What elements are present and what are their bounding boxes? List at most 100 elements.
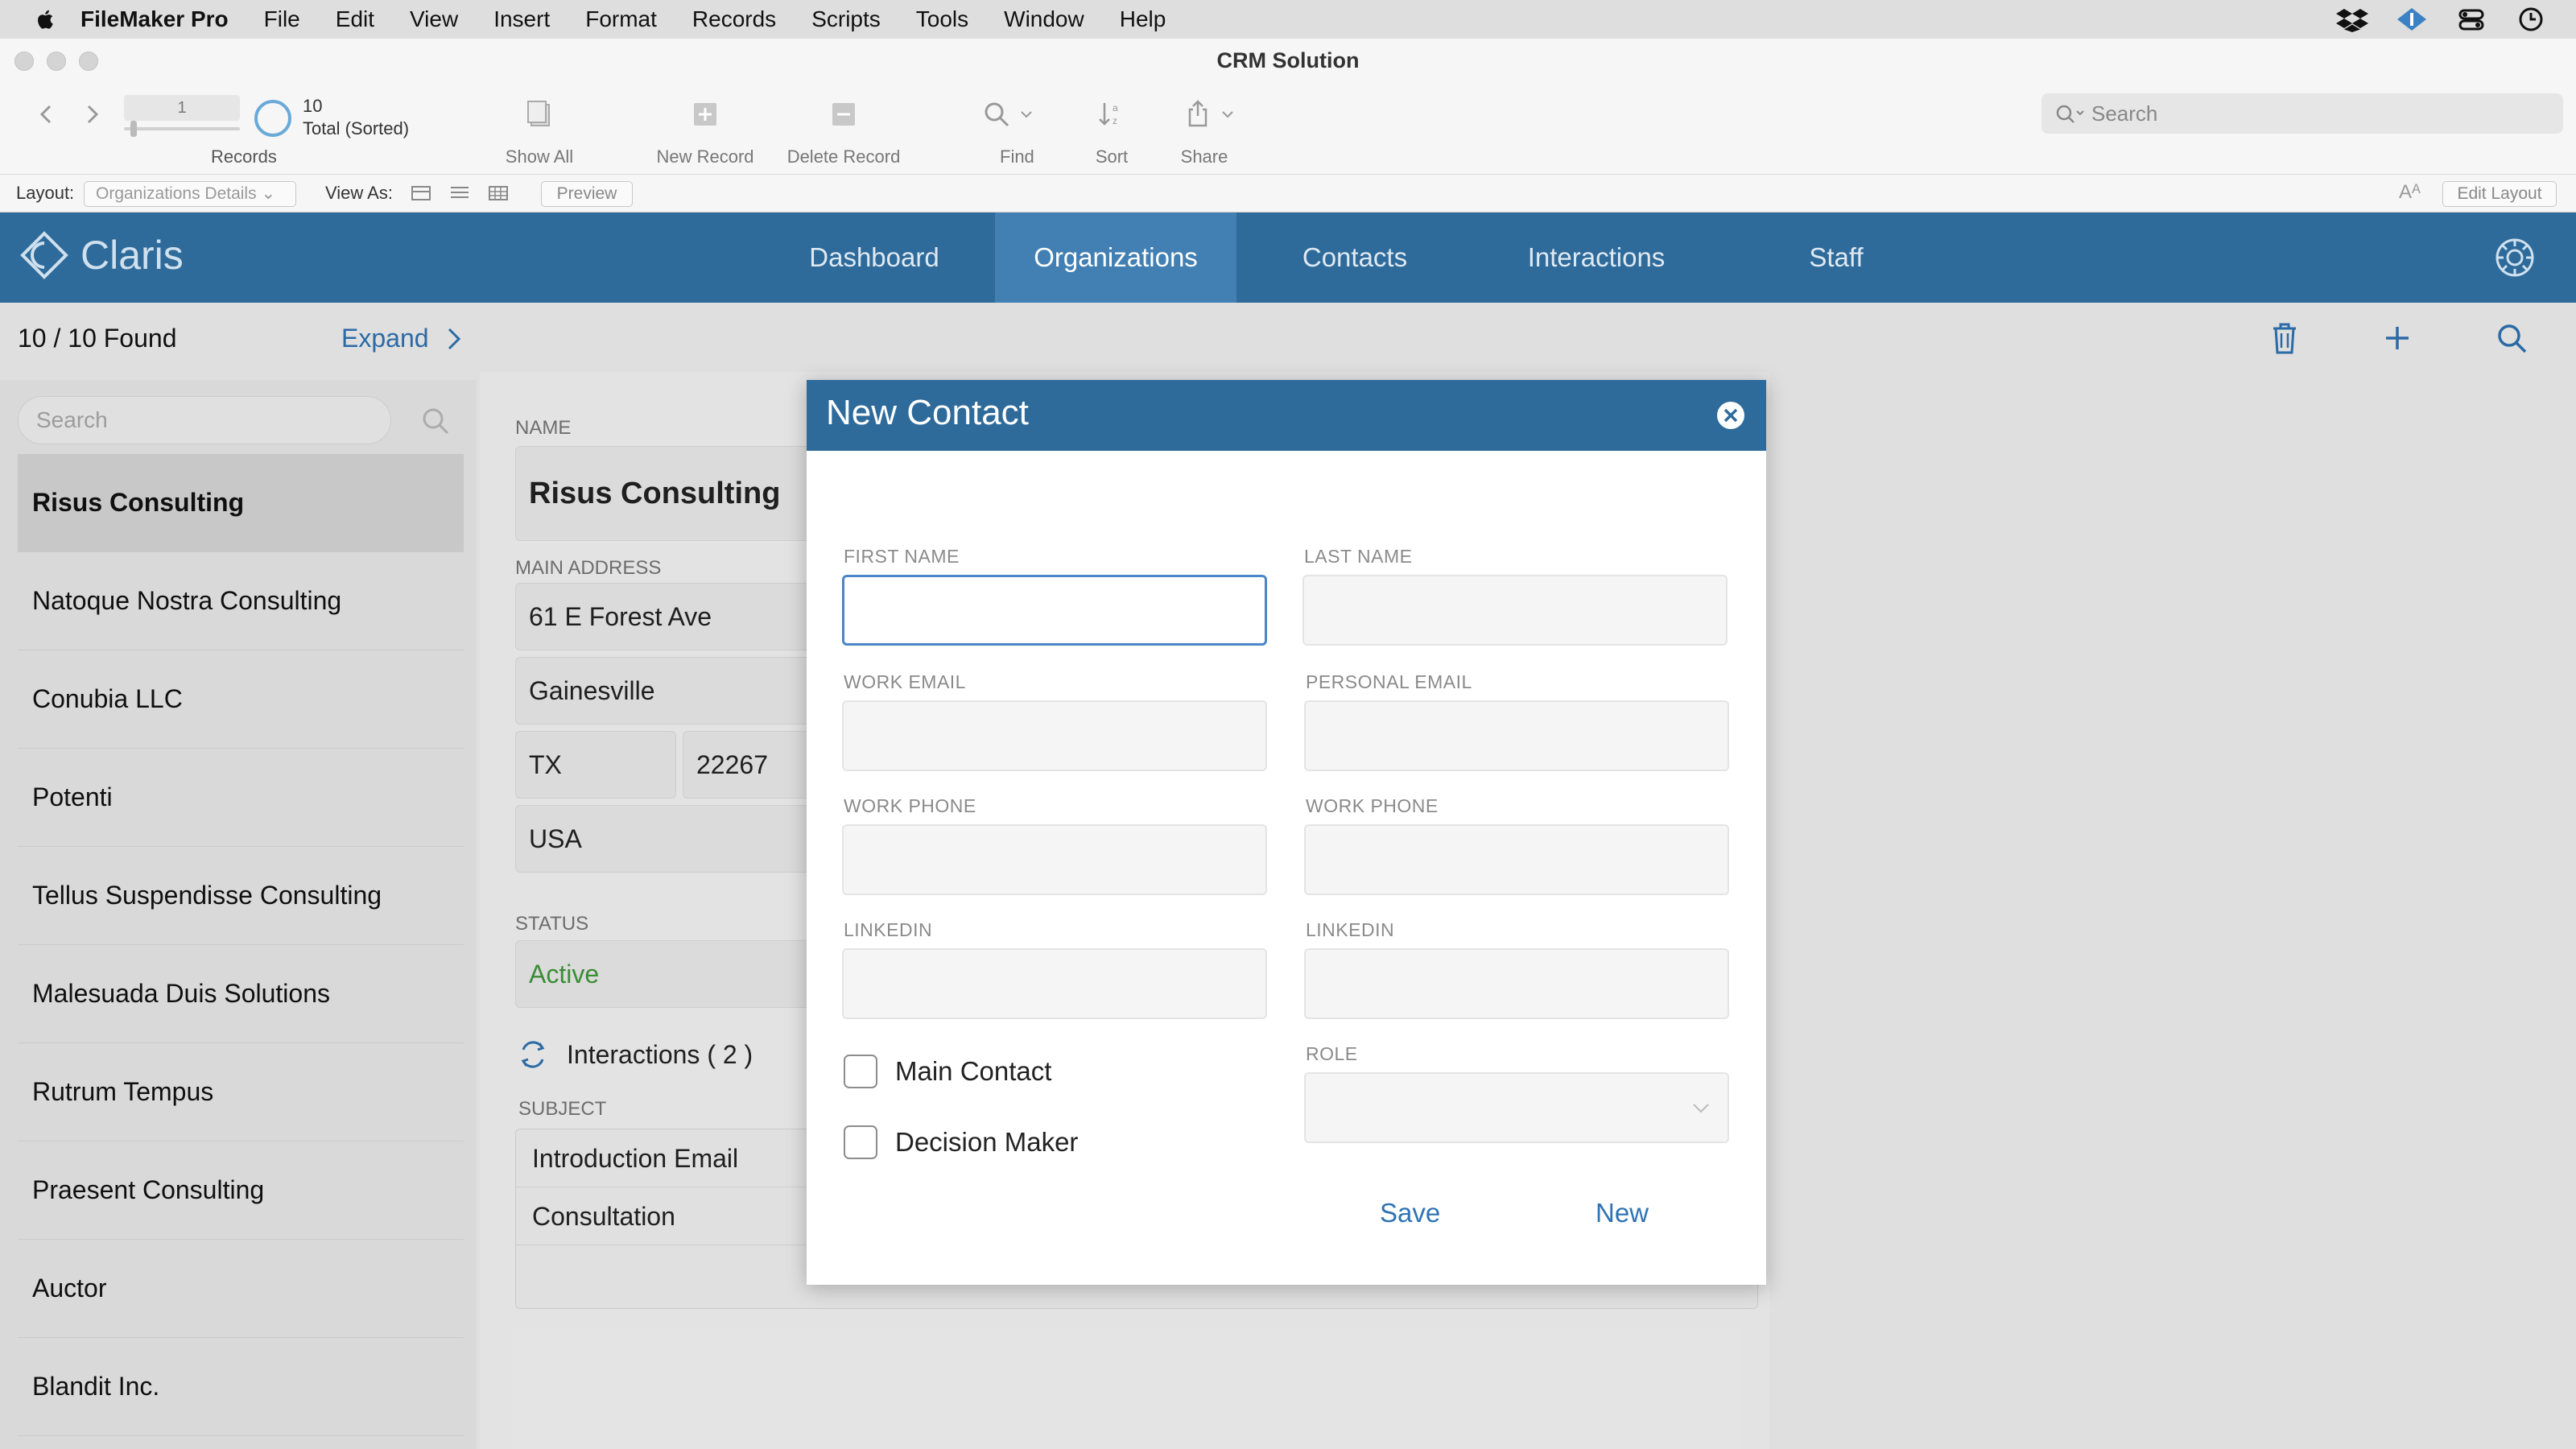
personal-email-field[interactable] bbox=[1304, 700, 1729, 771]
search-icon bbox=[2056, 105, 2084, 123]
list-view-icon[interactable] bbox=[449, 183, 470, 204]
logo-text: Claris bbox=[80, 233, 184, 278]
chevron-down-icon bbox=[1222, 111, 1233, 118]
chevron-down-icon: ⌄ bbox=[261, 184, 276, 203]
records-label: Records bbox=[211, 147, 277, 167]
sort-icon: az bbox=[1099, 102, 1118, 126]
decision-maker-checkbox[interactable]: Decision Maker bbox=[844, 1125, 1078, 1159]
title-bar: CRM Solution bbox=[0, 39, 2576, 84]
find-label: Find bbox=[1000, 147, 1034, 167]
preview-button[interactable]: Preview bbox=[541, 181, 633, 207]
record-total: 10 bbox=[303, 96, 323, 116]
claris-logo: Claris bbox=[19, 230, 184, 280]
role-dropdown[interactable] bbox=[1304, 1072, 1729, 1143]
control-center-icon[interactable] bbox=[2455, 6, 2487, 32]
menu-records[interactable]: Records bbox=[692, 6, 776, 32]
previous-record-icon[interactable] bbox=[32, 98, 61, 130]
new-button[interactable]: New bbox=[1596, 1198, 1649, 1228]
network-icon[interactable] bbox=[2396, 6, 2428, 32]
work-email-label: WORK EMAIL bbox=[844, 671, 966, 692]
work-phone-2-label: WORK PHONE bbox=[1306, 795, 1439, 816]
menu-file[interactable]: File bbox=[264, 6, 300, 32]
record-count: 10 Total (Sorted) bbox=[303, 95, 409, 140]
next-record-icon[interactable] bbox=[77, 98, 106, 130]
checkbox-box[interactable] bbox=[844, 1125, 877, 1159]
claris-logo-icon bbox=[20, 231, 68, 279]
delete-record-icon bbox=[832, 103, 855, 126]
tab-dashboard[interactable]: Dashboard bbox=[778, 213, 971, 303]
new-record-icon bbox=[694, 103, 716, 126]
gear-icon[interactable] bbox=[2492, 235, 2537, 280]
quick-find-search[interactable]: Search bbox=[2041, 93, 2563, 134]
app-navigation: Claris Dashboard Organizations Contacts … bbox=[0, 213, 2576, 303]
menu-app-name[interactable]: FileMaker Pro bbox=[80, 6, 229, 32]
work-phone-field[interactable] bbox=[842, 824, 1267, 895]
work-phone-2-field[interactable] bbox=[1304, 824, 1729, 895]
linkedin-2-field[interactable] bbox=[1304, 948, 1729, 1019]
show-all-icon bbox=[527, 101, 550, 126]
menu-scripts[interactable]: Scripts bbox=[811, 6, 881, 32]
first-name-field[interactable] bbox=[842, 575, 1267, 646]
tab-organizations[interactable]: Organizations bbox=[995, 213, 1236, 303]
layout-dropdown[interactable]: Organizations Details ⌄ bbox=[84, 181, 296, 207]
status-icons bbox=[2336, 6, 2547, 32]
personal-email-label: PERSONAL EMAIL bbox=[1306, 671, 1472, 692]
decision-maker-label: Decision Maker bbox=[895, 1127, 1079, 1157]
show-all-button[interactable]: Show All bbox=[499, 84, 580, 174]
find-button[interactable]: Find bbox=[968, 84, 1064, 174]
share-button[interactable]: Share bbox=[1164, 84, 1245, 174]
new-contact-dialog: New Contact FIRST NAME LAST NAME WORK EM… bbox=[807, 380, 1766, 1285]
close-icon[interactable] bbox=[1713, 398, 1748, 433]
layout-bar: Layout: Organizations Details ⌄ View As:… bbox=[0, 174, 2576, 213]
current-record-field[interactable]: 1 bbox=[124, 95, 240, 121]
clock-icon[interactable] bbox=[2515, 6, 2547, 32]
menu-help[interactable]: Help bbox=[1120, 6, 1166, 32]
menu-edit[interactable]: Edit bbox=[336, 6, 374, 32]
form-view-icon[interactable] bbox=[411, 183, 431, 204]
linkedin-field[interactable] bbox=[842, 948, 1267, 1019]
dialog-header: New Contact bbox=[807, 380, 1766, 451]
menu-tools[interactable]: Tools bbox=[916, 6, 968, 32]
find-icon bbox=[985, 102, 1009, 127]
share-icon bbox=[1188, 100, 1208, 127]
delete-record-label: Delete Record bbox=[786, 147, 901, 167]
text-size-icon[interactable]: Aᴬ bbox=[2399, 181, 2421, 204]
new-record-button[interactable]: New Record bbox=[656, 84, 754, 174]
apple-icon[interactable] bbox=[34, 7, 58, 31]
share-label: Share bbox=[1180, 147, 1228, 167]
last-name-field[interactable] bbox=[1302, 575, 1728, 646]
checkbox-box[interactable] bbox=[844, 1055, 877, 1088]
view-as-buttons bbox=[411, 183, 509, 204]
sort-label: Sort bbox=[1095, 147, 1129, 167]
tab-staff[interactable]: Staff bbox=[1747, 213, 1926, 303]
new-record-label: New Record bbox=[656, 147, 754, 167]
work-email-field[interactable] bbox=[842, 700, 1267, 771]
delete-record-button[interactable]: Delete Record bbox=[787, 84, 900, 174]
table-view-icon[interactable] bbox=[488, 183, 509, 204]
view-as-label: View As: bbox=[325, 183, 393, 203]
last-name-label: LAST NAME bbox=[1304, 546, 1413, 567]
record-navigation bbox=[32, 98, 106, 130]
save-button[interactable]: Save bbox=[1380, 1198, 1440, 1228]
tab-contacts[interactable]: Contacts bbox=[1256, 213, 1454, 303]
menu-format[interactable]: Format bbox=[585, 6, 657, 32]
menu-bar: FileMaker Pro File Edit View Insert Form… bbox=[0, 0, 2576, 39]
svg-text:a: a bbox=[1113, 102, 1118, 114]
chevron-down-icon bbox=[1021, 111, 1032, 118]
svg-text:z: z bbox=[1113, 115, 1117, 126]
menu-insert[interactable]: Insert bbox=[493, 6, 550, 32]
main-contact-checkbox[interactable]: Main Contact bbox=[844, 1055, 1051, 1088]
dialog-title: New Contact bbox=[826, 393, 1029, 432]
layout-dropdown-value: Organizations Details bbox=[96, 184, 257, 203]
record-slider[interactable] bbox=[124, 121, 240, 137]
status-toolbar: 1 10 Total (Sorted) Records Show All New… bbox=[0, 84, 2576, 174]
sort-button[interactable]: az Sort bbox=[1075, 84, 1148, 174]
work-phone-label: WORK PHONE bbox=[844, 795, 976, 816]
menu-window[interactable]: Window bbox=[1004, 6, 1084, 32]
tab-interactions[interactable]: Interactions bbox=[1494, 213, 1699, 303]
edit-layout-button[interactable]: Edit Layout bbox=[2442, 181, 2557, 207]
role-label: ROLE bbox=[1306, 1043, 1358, 1064]
dropbox-icon[interactable] bbox=[2336, 6, 2368, 32]
menu-view[interactable]: View bbox=[410, 6, 458, 32]
show-all-label: Show All bbox=[505, 147, 574, 167]
